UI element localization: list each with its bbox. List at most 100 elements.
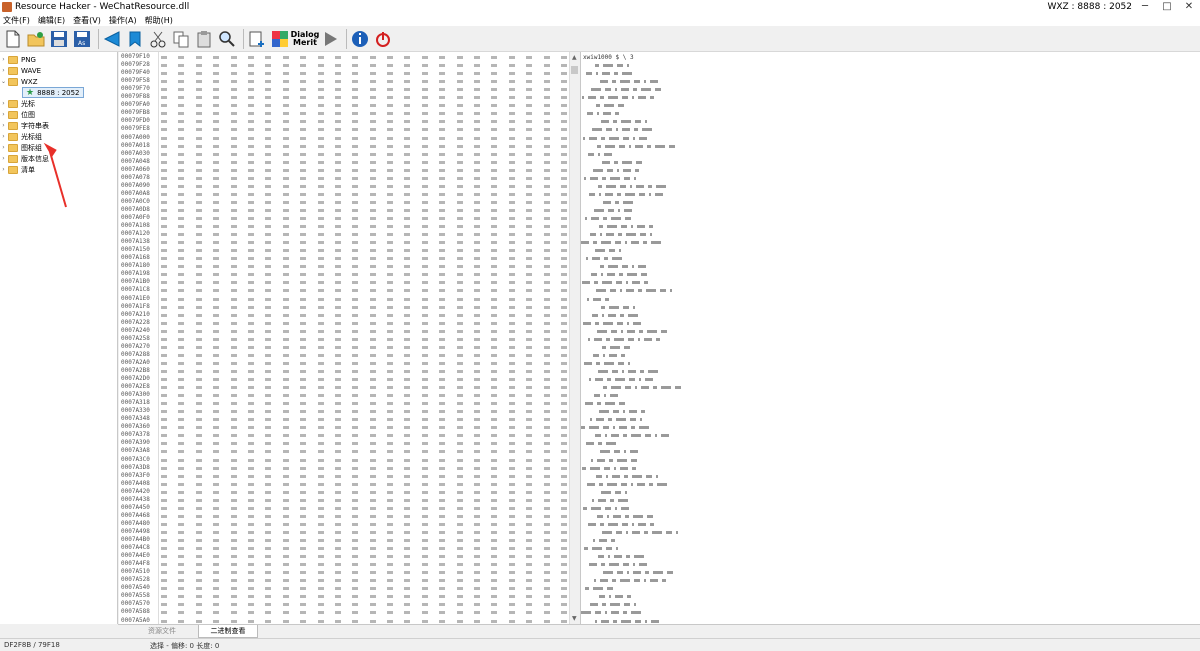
hex-row (161, 150, 567, 158)
new-file-icon[interactable] (3, 29, 23, 49)
hex-row (161, 439, 567, 447)
save-icon[interactable] (49, 29, 69, 49)
tree-item-label: 版本信息 (21, 154, 49, 163)
hex-address: 0007A090 (121, 181, 150, 189)
hex-view[interactable]: 00079F10 00079F28 00079F40 00079F58 00079F70… (119, 52, 569, 624)
expand-icon[interactable]: › (0, 67, 7, 74)
scroll-thumb[interactable] (571, 66, 578, 74)
hex-address: 0007A438 (121, 495, 150, 503)
tree-item-wxz[interactable]: ⌄ WXZ (0, 76, 38, 87)
ascii-row (597, 142, 679, 150)
hex-row (161, 53, 567, 61)
tree-item-png[interactable]: › PNG (0, 54, 36, 65)
ascii-row (592, 125, 656, 133)
search-icon[interactable] (217, 29, 237, 49)
hex-address: 0007A1F8 (121, 302, 150, 310)
hex-row (161, 117, 567, 125)
tree-item-bitmap[interactable]: › 位图 (0, 109, 35, 120)
play-icon[interactable] (320, 29, 340, 49)
hex-row (161, 166, 567, 174)
hex-row (161, 456, 567, 464)
open-icon[interactable] (26, 29, 46, 49)
hex-row (161, 286, 567, 294)
add-resource-icon[interactable] (247, 29, 267, 49)
ascii-row (597, 512, 657, 520)
expand-icon[interactable]: › (0, 111, 7, 118)
tree-item-version-info[interactable]: › 版本信息 (0, 153, 49, 164)
hex-address: 0007A1B0 (121, 278, 150, 286)
tree-item-manifest[interactable]: › 清单 (0, 164, 35, 175)
scroll-up-icon[interactable]: ▲ (572, 54, 577, 61)
hex-scrollbar[interactable]: ▲ ▼ (569, 52, 579, 624)
menu-file[interactable]: 文件(F) (3, 15, 30, 26)
tree-item-wave[interactable]: › WAVE (0, 65, 41, 76)
power-icon[interactable] (373, 29, 393, 49)
hex-row (161, 222, 567, 230)
hex-row (161, 351, 567, 359)
expand-icon[interactable]: › (0, 144, 7, 151)
hex-row (161, 399, 567, 407)
replace-resource-icon[interactable] (270, 29, 290, 49)
hex-address: 00079FD0 (121, 117, 150, 125)
selected-node[interactable]: ★ 8888 : 2052 (22, 87, 84, 98)
save-as-icon[interactable]: As (72, 29, 92, 49)
ascii-view[interactable]: xwiw1000 $ \ 3 (580, 52, 1200, 624)
minimize-button[interactable]: ─ (1134, 0, 1156, 14)
folder-icon (8, 165, 18, 174)
close-button[interactable]: ✕ (1178, 0, 1200, 14)
hex-row (161, 600, 567, 608)
copy-icon[interactable] (171, 29, 191, 49)
tree-item-8888-2052[interactable]: ★ 8888 : 2052 (22, 87, 84, 98)
tab-resource-script[interactable]: 资源文件 (128, 625, 196, 638)
ascii-row (590, 600, 640, 608)
info-icon[interactable] (350, 29, 370, 49)
folder-open-icon (8, 77, 18, 86)
tree-item-icon-group[interactable]: › 图标组 (0, 142, 42, 153)
menu-help[interactable]: 帮助(H) (145, 15, 173, 26)
menu-view[interactable]: 查看(V) (73, 15, 101, 26)
scroll-down-icon[interactable]: ▼ (572, 615, 577, 622)
tree-item-string-table[interactable]: › 字符串表 (0, 120, 49, 131)
expand-icon[interactable]: › (0, 166, 7, 173)
hex-row (161, 617, 567, 625)
expand-icon[interactable]: › (0, 56, 7, 63)
tree-item-cursor[interactable]: › 光标 (0, 98, 35, 109)
hex-bytes[interactable] (161, 52, 569, 624)
expand-icon[interactable]: › (0, 155, 7, 162)
ascii-row (599, 592, 635, 600)
tree-item-label: 8888 : 2052 (37, 88, 80, 97)
maximize-button[interactable]: □ (1156, 0, 1178, 14)
collapse-icon[interactable]: ⌄ (0, 78, 7, 85)
ascii-row (582, 464, 640, 472)
hex-row (161, 77, 567, 85)
tree-item-cursor-group[interactable]: › 光标组 (0, 131, 42, 142)
hex-row (161, 488, 567, 496)
hex-address: 0007A078 (121, 173, 150, 181)
forward-icon[interactable] (125, 29, 145, 49)
dialog-merge-icon[interactable]: Dialog Merit (291, 29, 320, 49)
hex-row (161, 327, 567, 335)
menu-edit[interactable]: 编辑(E) (38, 15, 65, 26)
hex-address: 0007A450 (121, 503, 150, 511)
hex-address: 0007A498 (121, 527, 150, 535)
hex-address: 0007A168 (121, 254, 150, 262)
tree-item-label: 字符串表 (21, 121, 49, 130)
back-icon[interactable] (102, 29, 122, 49)
expand-icon[interactable]: › (0, 133, 7, 140)
paste-icon[interactable] (194, 29, 214, 49)
expand-icon[interactable]: › (0, 100, 7, 107)
ascii-row (603, 383, 685, 391)
hex-row (161, 504, 567, 512)
hex-row (161, 528, 567, 536)
folder-icon (8, 132, 18, 141)
cut-icon[interactable] (148, 29, 168, 49)
expand-icon[interactable]: › (0, 122, 7, 129)
tab-binary-view[interactable]: 二进制查看 (198, 625, 258, 638)
hex-address: 0007A1E0 (121, 294, 150, 302)
hex-row (161, 125, 567, 133)
status-bar: DF2F8B / 79F18 选择 - 偏移: 0 长度: 0 (0, 638, 1200, 650)
ascii-row (602, 158, 646, 166)
folder-icon (8, 55, 18, 64)
menu-action[interactable]: 操作(A) (109, 15, 137, 26)
ascii-text[interactable]: xwiw1000 $ \ 3 (581, 52, 721, 624)
